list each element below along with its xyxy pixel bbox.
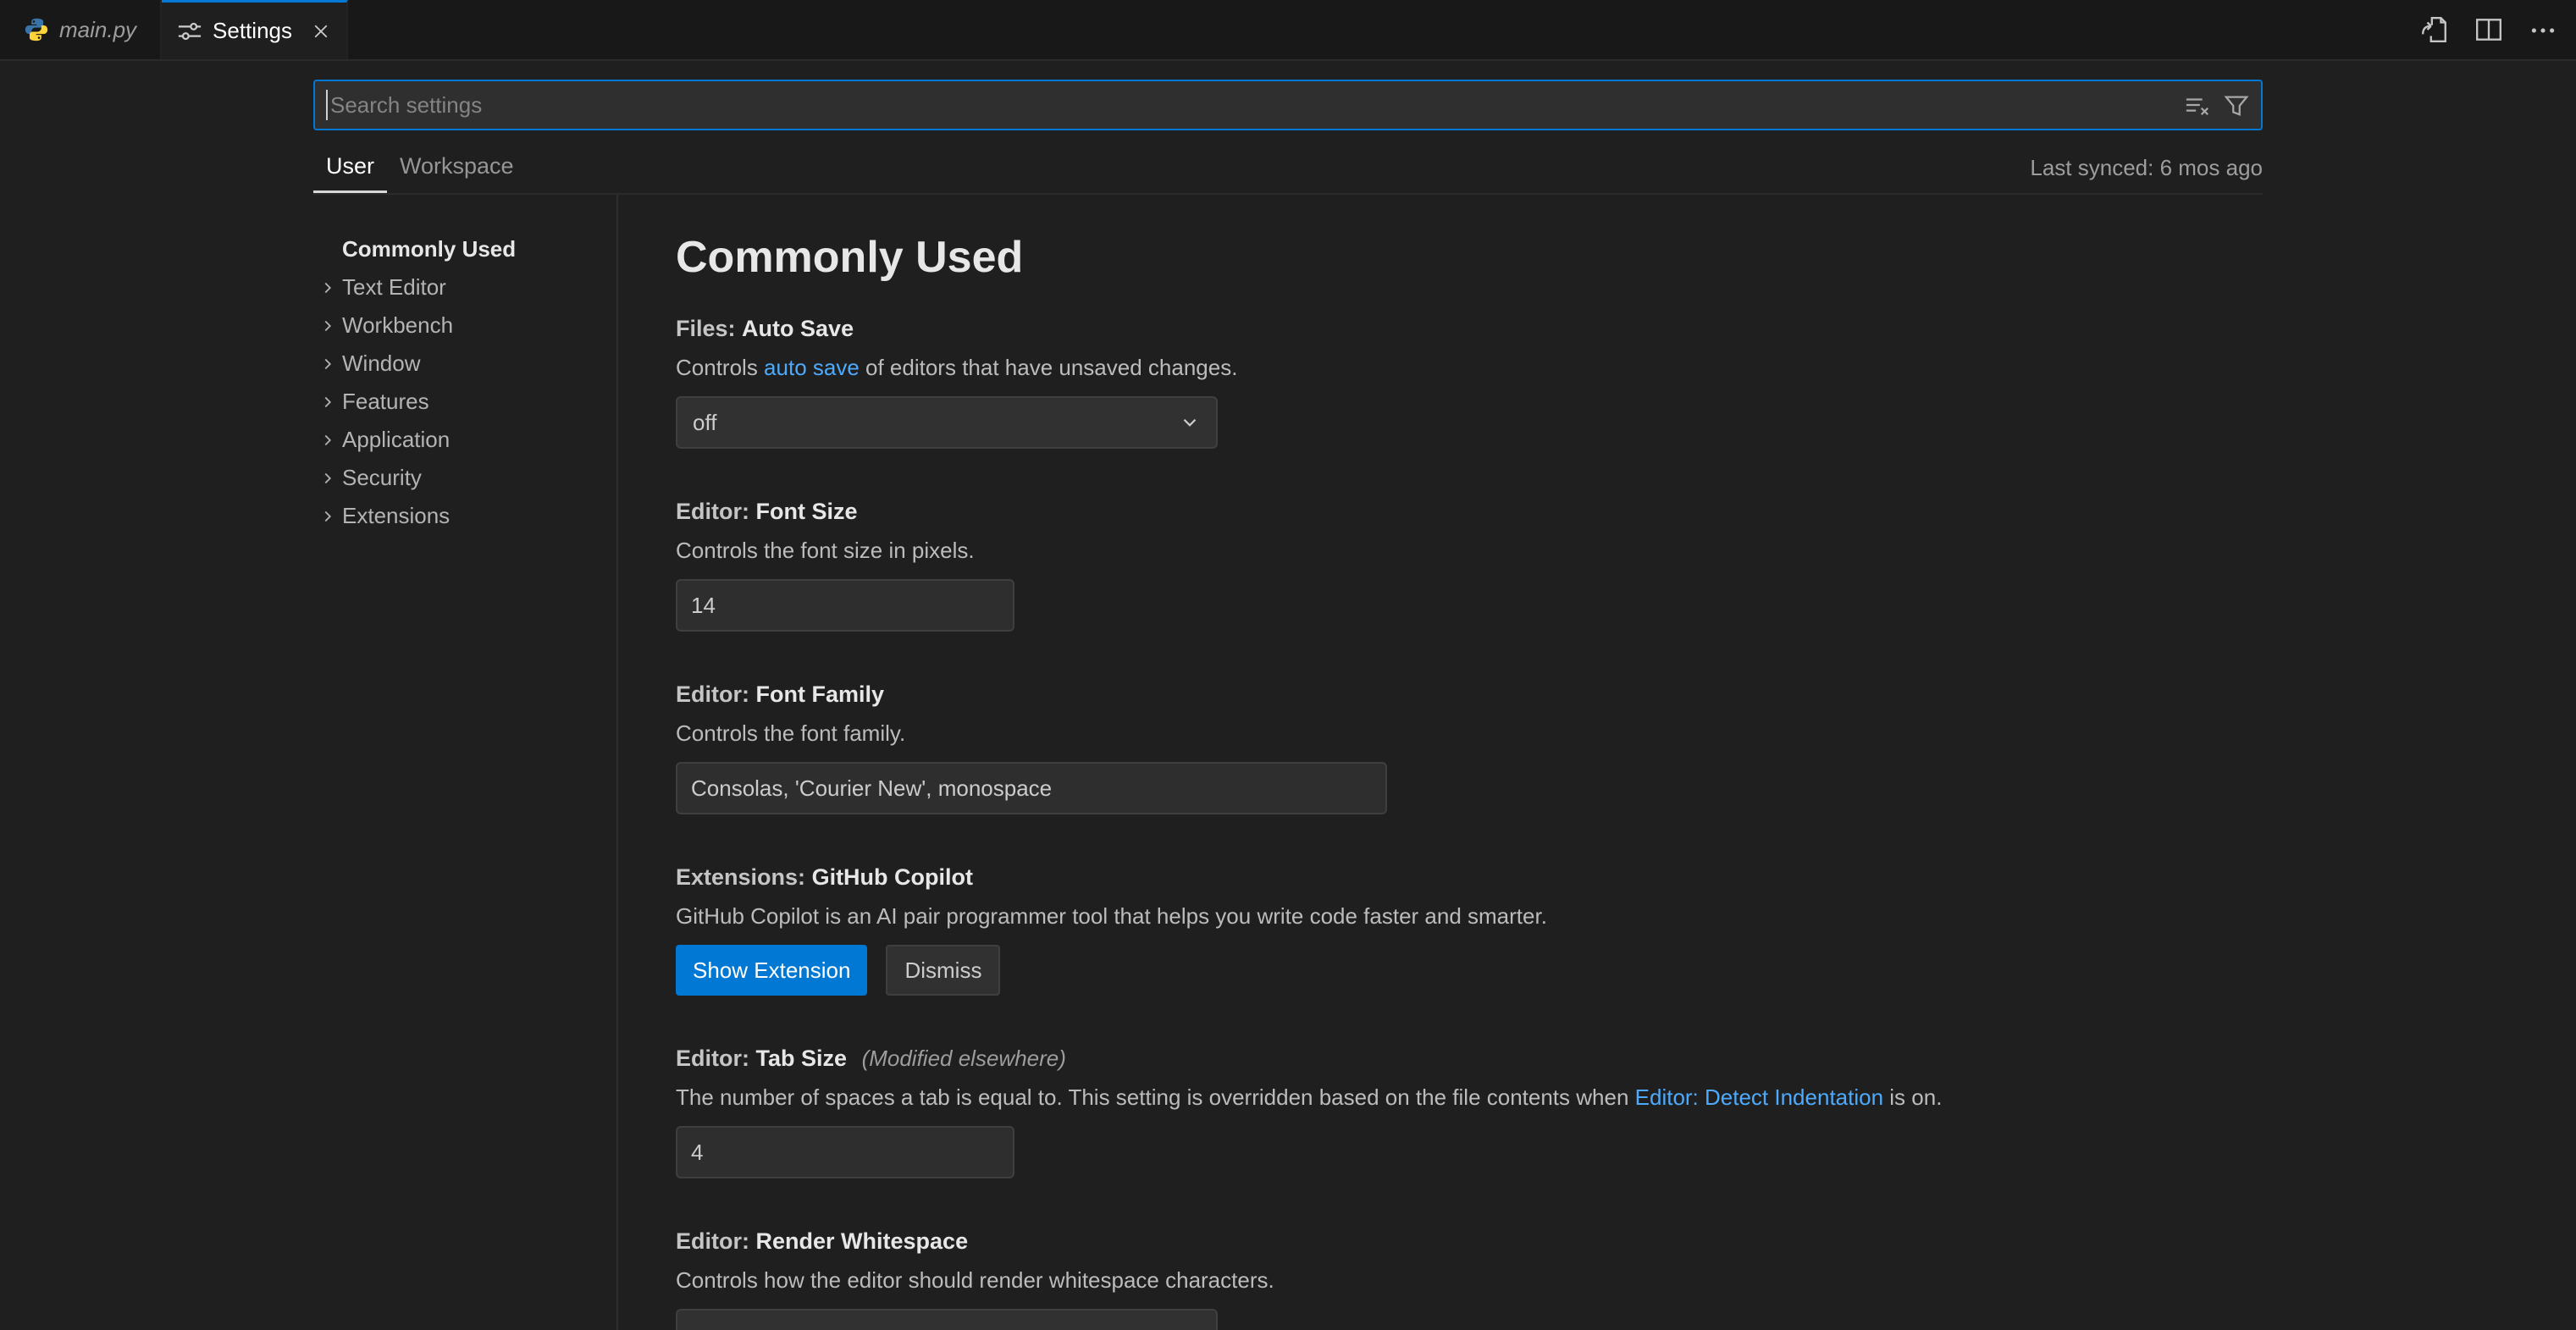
settings-toc: Commonly Used Text Editor Workbench Wind… (313, 195, 616, 1330)
setting-category: Files: (676, 316, 736, 341)
description-text: is on. (1883, 1084, 1942, 1110)
search-actions (2185, 81, 2249, 129)
chevron-right-icon (313, 317, 342, 335)
setting-row-extensions-github-copilot: Extensions: GitHub Copilot GitHub Copilo… (676, 862, 2474, 996)
toc-label: Extensions (342, 503, 450, 529)
settings-body: Commonly Used Text Editor Workbench Wind… (0, 195, 2576, 1330)
page-title: Commonly Used (676, 232, 2474, 283)
setting-description: Controls auto save of editors that have … (676, 352, 2474, 383)
auto-save-dropdown[interactable]: off (676, 396, 1218, 449)
tab-main-py[interactable]: main.py (0, 0, 162, 59)
chevron-down-icon (1179, 411, 1201, 433)
toc-label: Commonly Used (342, 236, 516, 262)
settings-search-box (313, 80, 2263, 130)
chevron-right-icon (313, 469, 342, 488)
setting-description: Controls how the editor should render wh… (676, 1265, 2474, 1295)
setting-category: Editor: (676, 499, 749, 524)
editor-actions (2420, 0, 2557, 59)
close-tab-icon[interactable] (311, 21, 331, 41)
setting-category: Editor: (676, 1228, 749, 1254)
setting-name: Font Size (756, 499, 858, 524)
search-input[interactable] (315, 81, 2261, 129)
toc-item-commonly-used[interactable]: Commonly Used (313, 230, 616, 268)
auto-save-link[interactable]: auto save (764, 355, 860, 380)
setting-name: Font Family (756, 682, 885, 707)
tab-label: Settings (213, 18, 292, 44)
setting-row-editor-font-size: Editor: Font Size Controls the font size… (676, 496, 2474, 632)
chevron-right-icon (313, 431, 342, 450)
toc-label: Workbench (342, 312, 453, 339)
setting-category: Extensions: (676, 864, 805, 890)
modified-elsewhere-label: (Modified elsewhere) (862, 1046, 1066, 1071)
setting-row-editor-render-whitespace: Editor: Render Whitespace Controls how t… (676, 1226, 2474, 1330)
setting-category: Editor: (676, 682, 749, 707)
toc-item-extensions[interactable]: Extensions (313, 497, 616, 535)
setting-name: Tab Size (756, 1046, 848, 1071)
setting-title: Editor: Font Size (676, 496, 2474, 527)
split-editor-icon[interactable] (2474, 15, 2503, 44)
text-caret (326, 90, 328, 120)
setting-row-editor-tab-size: Editor: Tab Size (Modified elsewhere) Th… (676, 1043, 2474, 1178)
setting-name: Auto Save (742, 316, 854, 341)
description-text: Controls (676, 355, 764, 380)
python-icon (24, 17, 49, 42)
dropdown-value: off (693, 410, 716, 436)
detect-indentation-link[interactable]: Editor: Detect Indentation (1635, 1084, 1883, 1110)
setting-row-files-auto-save: Files: Auto Save Controls auto save of e… (676, 313, 2474, 449)
clear-settings-search-icon[interactable] (2185, 92, 2210, 118)
filter-settings-icon[interactable] (2224, 92, 2249, 118)
setting-description: GitHub Copilot is an AI pair programmer … (676, 901, 2474, 931)
toc-item-text-editor[interactable]: Text Editor (313, 268, 616, 306)
toc-label: Application (342, 427, 450, 453)
setting-title: Files: Auto Save (676, 313, 2474, 344)
chevron-right-icon (313, 507, 342, 526)
setting-title: Extensions: GitHub Copilot (676, 862, 2474, 892)
editor-tab-bar: main.py Settings (0, 0, 2576, 61)
setting-description: The number of spaces a tab is equal to. … (676, 1082, 2474, 1112)
toc-label: Security (342, 465, 422, 491)
tab-settings[interactable]: Settings (162, 0, 348, 59)
chevron-right-icon (313, 279, 342, 297)
setting-row-editor-font-family: Editor: Font Family Controls the font fa… (676, 679, 2474, 814)
description-text: The number of spaces a tab is equal to. … (676, 1084, 1635, 1110)
dismiss-button[interactable]: Dismiss (886, 945, 1000, 996)
more-actions-icon[interactable] (2529, 15, 2557, 44)
toc-label: Features (342, 389, 429, 415)
copilot-actions: Show Extension Dismiss (676, 945, 2474, 996)
scope-bar: User Workspace Last synced: 6 mos ago (313, 142, 2263, 193)
setting-description: Controls the font family. (676, 718, 2474, 748)
show-extension-button[interactable]: Show Extension (676, 945, 867, 996)
chevron-right-icon (313, 393, 342, 411)
toc-label: Text Editor (342, 274, 446, 301)
toc-item-window[interactable]: Window (313, 345, 616, 383)
font-size-input[interactable] (676, 579, 1014, 632)
toc-item-security[interactable]: Security (313, 459, 616, 497)
tab-label: main.py (59, 17, 136, 43)
settings-content: Commonly Used Files: Auto Save Controls … (618, 195, 2576, 1330)
setting-name: Render Whitespace (756, 1228, 969, 1254)
toc-label: Window (342, 350, 420, 377)
toc-item-application[interactable]: Application (313, 421, 616, 459)
open-settings-json-icon[interactable] (2420, 15, 2449, 44)
toc-item-workbench[interactable]: Workbench (313, 306, 616, 345)
toc-item-features[interactable]: Features (313, 383, 616, 421)
setting-category: Editor: (676, 1046, 749, 1071)
chevron-down-icon (1179, 1324, 1201, 1330)
settings-sliders-icon (177, 19, 202, 44)
font-family-input[interactable] (676, 762, 1387, 814)
setting-description: Controls the font size in pixels. (676, 535, 2474, 566)
description-text: of editors that have unsaved changes. (860, 355, 1238, 380)
setting-title: Editor: Font Family (676, 679, 2474, 709)
last-synced-label: Last synced: 6 mos ago (2030, 155, 2263, 181)
scope-tab-user[interactable]: User (313, 142, 387, 193)
chevron-right-icon (313, 355, 342, 373)
setting-title: Editor: Render Whitespace (676, 1226, 2474, 1256)
tab-size-input[interactable] (676, 1126, 1014, 1178)
scope-tab-workspace[interactable]: Workspace (387, 142, 527, 193)
setting-title: Editor: Tab Size (Modified elsewhere) (676, 1043, 2474, 1073)
setting-name: GitHub Copilot (812, 864, 973, 890)
render-whitespace-dropdown[interactable] (676, 1309, 1218, 1330)
